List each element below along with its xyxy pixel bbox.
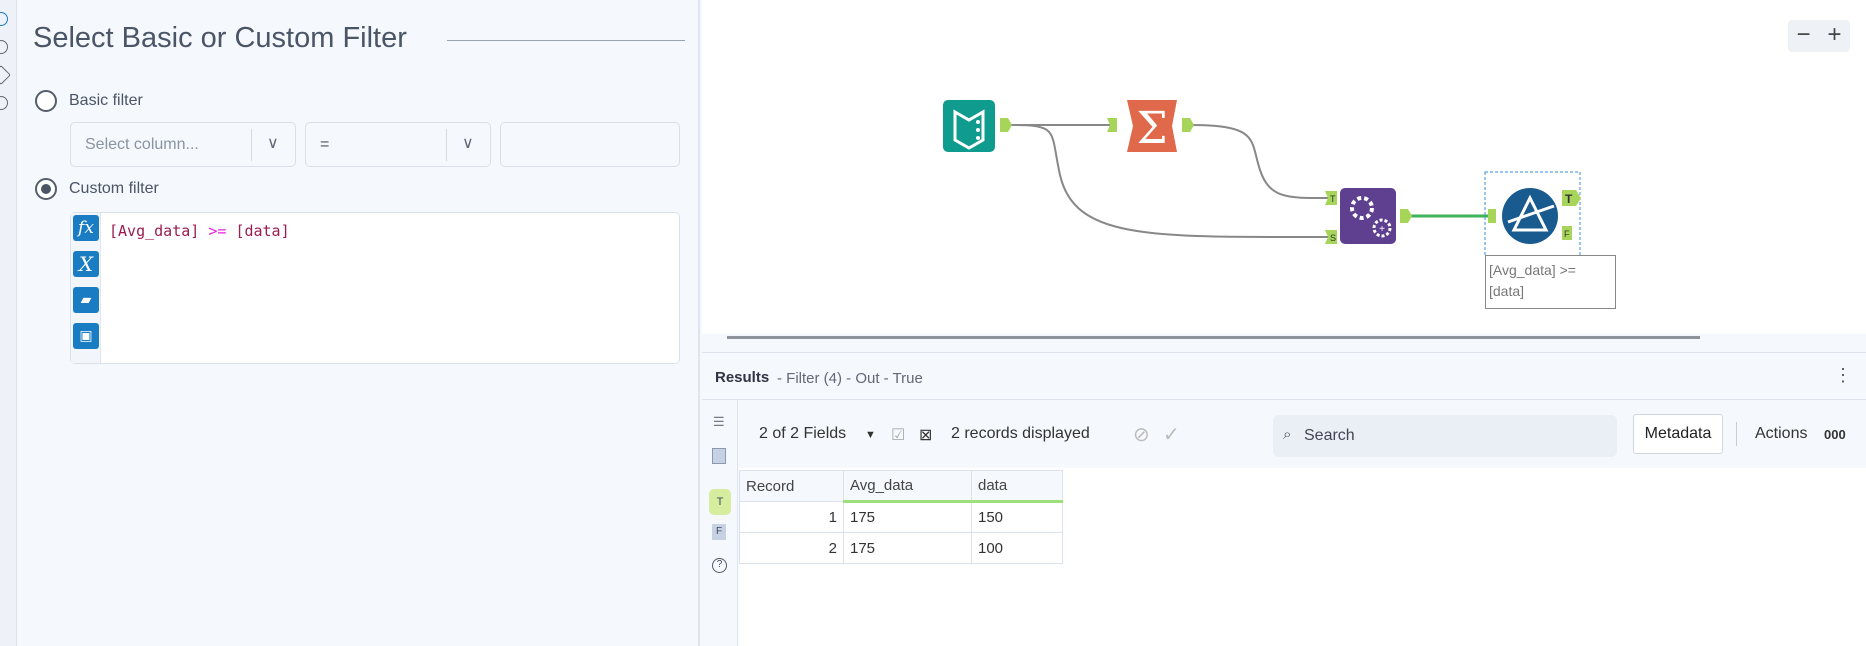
false-output-icon[interactable]: F: [712, 524, 726, 540]
open-folder-icon[interactable]: ▰: [73, 287, 99, 313]
function-icon[interactable]: fx: [73, 215, 99, 241]
search-input[interactable]: ⌕ Search: [1273, 415, 1617, 457]
column-select-placeholder: Select column...: [85, 136, 199, 153]
operator-select[interactable]: = ∨: [305, 122, 491, 167]
svg-text:S: S: [1330, 233, 1336, 243]
check-all-icon[interactable]: ☑: [891, 425, 905, 445]
left-icon-strip: [0, 0, 17, 646]
records-count: 2 records displayed: [951, 425, 1090, 442]
custom-filter-radio[interactable]: [35, 178, 57, 200]
connection: [1189, 124, 1331, 200]
basic-filter-label: Basic filter: [69, 92, 143, 109]
more-options-icon[interactable]: ⋮: [1834, 365, 1852, 386]
results-sidebar: ☰ T F ?: [702, 400, 738, 646]
more-actions-button[interactable]: 000: [1824, 427, 1846, 442]
input-tool-icon: [943, 100, 995, 152]
column-header-avg-data[interactable]: Avg_data: [843, 470, 972, 503]
annotation-icon[interactable]: [0, 40, 8, 54]
expression-text[interactable]: [Avg_data] >= [data]: [109, 222, 290, 240]
chevron-down-icon: ∨: [267, 135, 279, 152]
svg-text:Σ: Σ: [1136, 103, 1167, 154]
variable-icon[interactable]: X: [73, 251, 99, 277]
output-anchor: [1000, 118, 1012, 132]
results-subtitle: - Filter (4) - Out - True: [777, 370, 923, 387]
true-output-icon[interactable]: T: [709, 489, 731, 515]
table-header-row: Record Avg_data data: [739, 470, 1063, 503]
actions-button[interactable]: Actions: [1755, 425, 1807, 443]
help-icon[interactable]: [0, 96, 8, 110]
search-icon: ⌕: [1283, 426, 1292, 443]
config-icon[interactable]: [0, 12, 8, 26]
apply-check-icon[interactable]: ✓: [1163, 422, 1180, 447]
zoom-controls: − +: [1788, 20, 1850, 52]
zoom-out-button[interactable]: −: [1788, 20, 1819, 52]
output-anchor: [1182, 118, 1194, 132]
caret-down-icon[interactable]: ▼: [865, 429, 876, 441]
workflow-canvas[interactable]: Σ T S + T F [Avg_data] >= [data]: [702, 0, 1866, 334]
basic-filter-radio[interactable]: [35, 90, 57, 112]
configuration-panel: Select Basic or Custom Filter Basic filt…: [17, 0, 700, 646]
list-icon[interactable]: ☰: [713, 414, 725, 430]
chevron-down-icon: ∨: [462, 135, 474, 152]
results-header: Results - Filter (4) - Out - True ⋮: [702, 352, 1866, 400]
panel-title: Select Basic or Custom Filter: [33, 22, 407, 54]
title-divider: [447, 40, 685, 41]
svg-text:+: +: [1379, 224, 1385, 235]
uncheck-all-icon[interactable]: ⊠: [919, 425, 932, 445]
fields-dropdown[interactable]: 2 of 2 Fields: [759, 425, 846, 443]
input-anchor-icon[interactable]: [712, 448, 726, 464]
expression-editor[interactable]: fx X ▰ ▣ [Avg_data] >= [data]: [70, 212, 680, 364]
unknown-output-icon[interactable]: ?: [712, 558, 727, 573]
column-header-data[interactable]: data: [971, 470, 1063, 503]
value-input[interactable]: [500, 122, 680, 167]
column-select[interactable]: Select column... ∨: [70, 122, 296, 167]
svg-text:T: T: [1330, 194, 1336, 204]
divider: [1736, 422, 1737, 446]
editor-toolbar: fx X ▰ ▣: [71, 213, 101, 363]
results-grid-panel: 2 of 2 Fields ▼ ☑ ⊠ 2 records displayed …: [739, 400, 1866, 646]
table-row: 2 175 100: [739, 532, 1063, 564]
input-anchor: [1488, 209, 1496, 223]
column-header-record[interactable]: Record: [739, 470, 844, 502]
results-toolbar: 2 of 2 Fields ▼ ☑ ⊠ 2 records displayed …: [739, 400, 1866, 468]
zoom-in-button[interactable]: +: [1819, 20, 1850, 52]
save-icon[interactable]: ▣: [73, 323, 99, 349]
filter-annotation: [Avg_data] >= [data]: [1485, 255, 1616, 309]
custom-filter-label: Custom filter: [69, 180, 159, 197]
operator-value: =: [320, 136, 330, 153]
filter-tool-icon: [1502, 188, 1558, 244]
app-tool-gears-icon: +: [1340, 188, 1396, 244]
table-row: 1 175 150: [739, 501, 1063, 533]
cancel-icon[interactable]: ⊘: [1133, 422, 1150, 447]
summarize-tool-icon: Σ: [1127, 100, 1177, 154]
canvas-scrollbar[interactable]: [727, 336, 1700, 339]
svg-text:T: T: [1565, 192, 1573, 206]
results-table: Record Avg_data data 1 175 150 2 175 100: [739, 470, 1063, 564]
svg-text:F: F: [1564, 229, 1570, 239]
tag-icon[interactable]: [0, 65, 11, 85]
output-anchor: [1400, 209, 1412, 223]
results-title: Results: [715, 369, 770, 386]
metadata-button[interactable]: Metadata: [1633, 414, 1723, 454]
